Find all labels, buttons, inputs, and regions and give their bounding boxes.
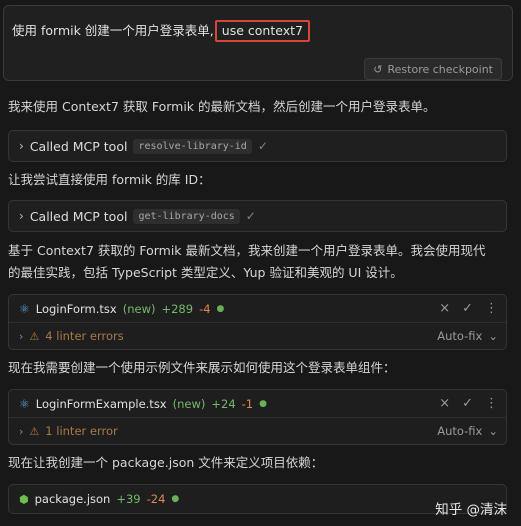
- lint-count: 4 linter errors: [45, 329, 124, 343]
- check-icon[interactable]: ✓: [462, 301, 473, 316]
- assistant-paragraph-4: 现在我需要创建一个使用示例文件来展示如何使用这个登录表单组件：: [8, 360, 396, 375]
- file-name[interactable]: package.json: [35, 492, 111, 506]
- autofix-button[interactable]: Auto-fix ⌄: [437, 329, 498, 343]
- restore-checkpoint-button[interactable]: ↺ Restore checkpoint: [364, 58, 502, 80]
- status-dot: ●: [216, 303, 225, 314]
- lines-added: +289: [161, 301, 194, 316]
- autofix-label: Auto-fix: [437, 329, 483, 343]
- status-dot: ●: [171, 494, 180, 504]
- file-header[interactable]: ⬢ package.json +39 -24 ●: [9, 485, 506, 513]
- more-icon[interactable]: ⋮: [485, 396, 498, 411]
- file-card-loginform[interactable]: ⚛ LoginForm.tsx (new) +289 -4 ● × ✓ ⋮ › …: [8, 294, 507, 350]
- lines-removed: -24: [146, 492, 166, 506]
- lines-removed: -4: [199, 301, 211, 316]
- lines-removed: -1: [241, 396, 254, 411]
- react-icon: ⚛: [19, 396, 30, 411]
- react-icon: ⚛: [19, 301, 30, 316]
- file-card-example[interactable]: ⚛ LoginFormExample.tsx (new) +24 -1 ● × …: [8, 389, 507, 445]
- warning-icon: ⚠: [29, 329, 40, 343]
- watermark: 知乎 @清沫: [435, 502, 507, 518]
- chevron-down-icon: ⌄: [488, 424, 498, 438]
- assistant-paragraph-3b: 的最佳实践，包括 TypeScript 类型定义、Yup 验证和美观的 UI 设…: [8, 265, 403, 280]
- check-icon: ✓: [257, 139, 268, 153]
- tool-tag: resolve-library-id: [133, 138, 252, 154]
- tool-call-docs[interactable]: › Called MCP tool get-library-docs ✓: [8, 200, 507, 232]
- user-prompt-box[interactable]: 使用 formik 创建一个用户登录表单, use context7 ↺ Rest…: [3, 5, 513, 81]
- warning-icon: ⚠: [29, 424, 40, 438]
- lines-added: +24: [211, 396, 236, 411]
- assistant-paragraph-5: 现在让我创建一个 package.json 文件来定义项目依赖：: [8, 455, 324, 470]
- lint-row[interactable]: › ⚠ 1 linter error Auto-fix ⌄: [9, 418, 506, 444]
- node-icon: ⬢: [19, 492, 29, 506]
- tool-call-resolve[interactable]: › Called MCP tool resolve-library-id ✓: [8, 130, 507, 162]
- prompt-text: 使用 formik 创建一个用户登录表单, use context7: [12, 20, 310, 42]
- chevron-right-icon: ›: [19, 424, 24, 438]
- assistant-paragraph-2: 让我尝试直接使用 formik 的库 ID：: [8, 172, 211, 187]
- chevron-down-icon: ⌄: [488, 329, 498, 343]
- lines-added: +39: [116, 492, 141, 506]
- restore-icon: ↺: [373, 62, 383, 76]
- chevron-right-icon: ›: [19, 209, 24, 223]
- tool-tag: get-library-docs: [133, 208, 240, 224]
- check-icon: ✓: [245, 209, 256, 223]
- close-icon[interactable]: ×: [439, 396, 450, 411]
- autofix-button[interactable]: Auto-fix ⌄: [437, 424, 498, 438]
- lint-count: 1 linter error: [45, 424, 118, 438]
- tool-label: Called MCP tool: [29, 138, 128, 154]
- autofix-label: Auto-fix: [437, 424, 483, 438]
- tool-label: Called MCP tool: [29, 208, 128, 224]
- chevron-right-icon: ›: [19, 139, 24, 153]
- more-icon[interactable]: ⋮: [485, 301, 498, 316]
- chevron-right-icon: ›: [19, 329, 24, 343]
- context7-highlight: use context7: [214, 20, 310, 42]
- assistant-paragraph-1: 我来使用 Context7 获取 Formik 的最新文档，然后创建一个用户登录…: [8, 99, 436, 114]
- file-card-package[interactable]: ⬢ package.json +39 -24 ●: [8, 484, 507, 514]
- file-header[interactable]: ⚛ LoginForm.tsx (new) +289 -4 ● × ✓ ⋮: [9, 295, 506, 323]
- restore-label: Restore checkpoint: [387, 62, 494, 76]
- check-icon[interactable]: ✓: [462, 396, 473, 411]
- file-name[interactable]: LoginForm.tsx: [36, 302, 117, 316]
- assistant-paragraph-3a: 基于 Context7 获取的 Formik 最新文档，我来创建一个用户登录表单…: [8, 243, 486, 258]
- status-dot: ●: [259, 398, 267, 409]
- file-status: (new): [122, 301, 156, 316]
- prompt-body: 使用 formik 创建一个用户登录表单,: [12, 23, 214, 38]
- file-header[interactable]: ⚛ LoginFormExample.tsx (new) +24 -1 ● × …: [9, 390, 506, 418]
- file-name[interactable]: LoginFormExample.tsx: [36, 397, 167, 411]
- close-icon[interactable]: ×: [439, 301, 450, 316]
- lint-row[interactable]: › ⚠ 4 linter errors Auto-fix ⌄: [9, 323, 506, 349]
- file-status: (new): [172, 396, 206, 411]
